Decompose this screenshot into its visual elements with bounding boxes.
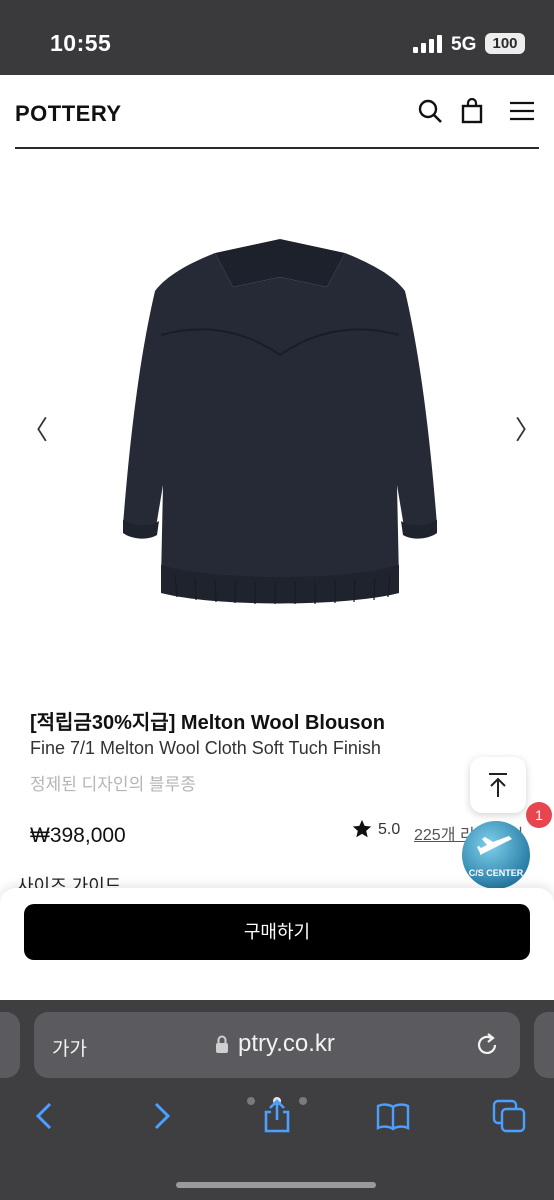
url-text: ptry.co.kr	[238, 1030, 335, 1057]
tabs-icon[interactable]	[491, 1098, 527, 1134]
rating-value: 5.0	[378, 821, 401, 838]
next-tab-pill[interactable]	[534, 1012, 554, 1078]
reload-icon[interactable]	[474, 1032, 500, 1058]
star-icon	[352, 819, 372, 838]
share-icon[interactable]	[259, 1098, 295, 1134]
forward-icon[interactable]	[144, 1098, 180, 1134]
home-indicator	[176, 1182, 376, 1188]
address-bar[interactable]: 가가 ptry.co.kr	[34, 1012, 520, 1078]
scroll-top-button[interactable]	[470, 757, 526, 813]
product-price: ₩398,000	[30, 824, 126, 847]
battery-icon: 100	[485, 33, 525, 54]
status-bar: 10:55 5G 100	[0, 0, 554, 75]
product-image	[123, 239, 437, 604]
header-divider	[15, 147, 539, 149]
lock-icon	[216, 1035, 228, 1053]
prev-tab-pill[interactable]	[0, 1012, 20, 1078]
reader-aa-button[interactable]: 가가	[52, 1034, 87, 1061]
back-icon[interactable]	[26, 1098, 62, 1134]
product-subtitle: Fine 7/1 Melton Wool Cloth Soft Tuch Fin…	[30, 738, 381, 758]
site-logo[interactable]: POTTERY	[15, 101, 122, 127]
signal-icon	[413, 35, 442, 53]
airplane-icon	[477, 836, 512, 855]
product-title: [적립금30%지급] Melton Wool Blouson	[30, 712, 385, 734]
gallery-prev-arrow[interactable]: 〈	[22, 410, 48, 447]
cs-center-button[interactable]: C/S CENTER	[462, 821, 530, 889]
menu-icon[interactable]	[508, 97, 536, 125]
product-description: 정제된 디자인의 블루종	[30, 775, 196, 794]
network-type: 5G	[451, 34, 477, 55]
cs-center-label: C/S CENTER	[468, 868, 524, 878]
notification-badge: 1	[526, 802, 552, 828]
site-header: POTTERY	[0, 75, 554, 150]
status-time: 10:55	[50, 30, 112, 56]
purchase-sheet: 구매하기	[0, 888, 554, 1003]
bag-icon[interactable]	[458, 97, 486, 125]
search-icon[interactable]	[416, 97, 444, 125]
arrow-up-icon	[489, 773, 507, 797]
browser-toolbar: 가가 ptry.co.kr	[0, 1000, 554, 1200]
gallery-next-arrow[interactable]: 〉	[515, 410, 541, 447]
bookmarks-icon[interactable]	[375, 1098, 411, 1134]
buy-button[interactable]: 구매하기	[24, 904, 530, 960]
product-gallery[interactable]: 〈 〉	[0, 190, 554, 660]
